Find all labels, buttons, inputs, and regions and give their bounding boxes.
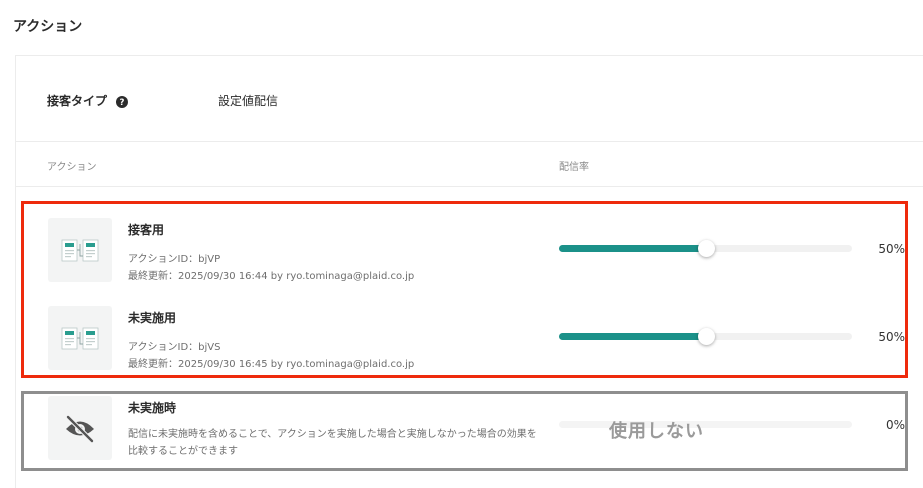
action-row-noop[interactable]: 未実施用 アクションID：bjVS 最終更新：2025/09/30 16:45 … (16, 306, 923, 388)
action-panel: 接客タイプ ? 設定値配信 アクション 配信率 接客用 アクションID：bjVP… (15, 55, 923, 488)
delivery-type-value: 設定値配信 (218, 94, 279, 108)
action-name[interactable]: 未実施用 (128, 309, 176, 326)
control-rate-value: 0% (885, 418, 905, 432)
action-template-icon (61, 239, 99, 262)
slider-fill (559, 333, 706, 340)
svg-text:?: ? (120, 98, 125, 108)
table-header: アクション 配信率 (16, 142, 923, 187)
action-updated: 最終更新：2025/09/30 16:44 by ryo.tominaga@pl… (128, 271, 415, 282)
delivery-type-label: 接客タイプ (47, 94, 108, 108)
control-row: 未実施時 配信に未実施時を含めることで、アクションを実施した場合と実施しなかった… (16, 396, 923, 478)
action-id: アクションID：bjVP (128, 254, 221, 265)
action-updated: 最終更新：2025/09/30 16:45 by ryo.tominaga@pl… (128, 359, 415, 370)
column-header-action: アクション (47, 162, 97, 173)
control-thumbnail (48, 396, 112, 460)
slider-handle[interactable] (697, 328, 715, 345)
control-status: 使用しない (609, 421, 704, 442)
slider-handle[interactable] (697, 240, 715, 257)
delivery-rate-value: 50% (878, 242, 905, 256)
action-thumbnail[interactable] (48, 306, 112, 370)
action-template-icon (61, 327, 99, 350)
column-header-rate: 配信率 (559, 162, 589, 173)
control-name: 未実施時 (128, 401, 177, 415)
control-rate-bar (559, 421, 852, 428)
slider-fill (559, 245, 706, 252)
delivery-type-row: 接客タイプ ? 設定値配信 (16, 56, 923, 142)
action-row-customer[interactable]: 接客用 アクションID：bjVP 最終更新：2025/09/30 16:44 b… (16, 218, 923, 300)
action-thumbnail[interactable] (48, 218, 112, 282)
eye-off-icon (66, 415, 94, 443)
action-name[interactable]: 接客用 (128, 221, 164, 238)
delivery-rate-slider[interactable] (559, 240, 852, 257)
page-title: アクション (13, 19, 83, 35)
action-id: アクションID：bjVS (128, 342, 221, 353)
control-description: 配信に未実施時を含めることで、アクションを実施した場合と実施しなかった場合の効果… (128, 429, 537, 457)
delivery-rate-value: 50% (878, 330, 905, 344)
delivery-rate-slider[interactable] (559, 328, 852, 345)
help-icon[interactable]: ? (116, 93, 128, 108)
